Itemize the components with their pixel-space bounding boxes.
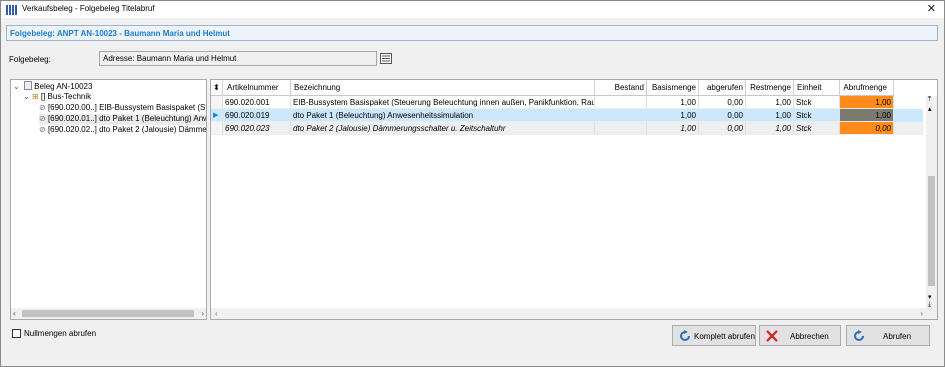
folgebeleg-address-value: Adresse: Baumann Maria und Helmut [103,54,237,63]
document-icon [23,81,32,90]
nullmengen-label: Nullmengen abrufen [24,329,97,338]
cancel-label: Abbrechen [790,332,829,341]
tree-item-article[interactable]: ⊘ [690.020.00..] EIB-Bussystem Basispake… [39,103,207,114]
cell-abgerufen: 0,00 [699,109,746,122]
cell-basismenge: 1,00 [647,96,699,109]
folgebeleg-label: Folgebeleg: [9,55,51,64]
refresh-icon [680,330,690,341]
scroll-right-icon[interactable]: › [920,309,923,318]
scroll-left-icon[interactable]: ‹ [215,309,218,318]
cell-abrufmenge[interactable]: 1,00 [840,96,894,109]
cell-bestand [595,122,647,135]
cell-restmenge: 1,00 [746,109,794,122]
cell-artikelnummer: 690.020.023 [223,122,291,135]
tag-icon: ⊘ [39,114,46,123]
cell-abgerufen: 0,00 [699,122,746,135]
col-basismenge[interactable]: Basismenge [647,80,699,96]
cell-einheit: Stck [794,109,840,122]
title-bar: Verkaufsbeleg - Folgebeleg Titelabruf ✕ [1,1,944,18]
tree-item-article[interactable]: ⊘ [690.020.01..] dto Paket 1 (Beleuchtun… [39,114,207,125]
col-einheit[interactable]: Einheit [794,80,840,96]
scroll-left-icon[interactable]: ‹ [13,309,16,318]
tree-item-bus-technik[interactable]: ⌄ ⊞ [] Bus-Technik [23,92,91,103]
cell-bezeichnung: EIB-Bussystem Basispaket (Steuerung Bele… [291,96,595,109]
sort-icon[interactable]: ⬍ [211,80,223,96]
cancel-button[interactable]: Abbrechen [759,325,841,346]
list-icon[interactable] [380,53,392,64]
cell-einheit: Stck [794,96,840,109]
cell-basismenge: 1,00 [647,109,699,122]
col-artikelnummer[interactable]: Artikelnummer [223,80,291,96]
cell-basismenge: 1,00 [647,122,699,135]
folgebeleg-header: Folgebeleg: ANPT AN-10023 - Baumann Mari… [6,25,938,41]
books-icon [6,5,17,15]
tree-item-beleg[interactable]: ⌄ Beleg AN-10023 [13,81,92,92]
article-grid[interactable]: ⬍ Artikelnummer Bezeichnung Bestand Basi… [210,79,938,320]
cancel-x-icon [766,330,778,342]
close-icon[interactable]: ✕ [927,2,936,15]
scroll-top-icon[interactable]: ⤒ [928,96,931,104]
col-bestand[interactable]: Bestand [595,80,647,96]
table-row[interactable]: 690.020.023 dto Paket 2 (Jalousie) Dämme… [211,122,923,135]
col-restmenge[interactable]: Restmenge [746,80,794,96]
col-abrufmenge[interactable]: Abrufmenge [840,80,894,96]
collapse-icon[interactable]: ⌄ [13,82,20,91]
window-title: Verkaufsbeleg - Folgebeleg Titelabruf [22,4,155,13]
cell-bezeichnung: dto Paket 1 (Beleuchtung) Anwesenheitssi… [291,109,595,122]
cell-artikelnummer: 690.020.001 [223,96,291,109]
cell-restmenge: 1,00 [746,122,794,135]
tag-icon: ⊘ [39,103,46,112]
cell-bestand [595,109,647,122]
row-indicator[interactable] [211,122,223,135]
cell-bezeichnung: dto Paket 2 (Jalousie) Dämmerungsschalte… [291,122,595,135]
table-row[interactable]: 690.020.001 EIB-Bussystem Basispaket (St… [211,96,923,109]
folgebeleg-address-field[interactable]: Adresse: Baumann Maria und Helmut [99,51,377,66]
table-row[interactable]: ▶ 690.020.019 dto Paket 1 (Beleuchtung) … [211,109,923,122]
scroll-right-icon[interactable]: › [201,309,204,318]
cell-restmenge: 1,00 [746,96,794,109]
grid-vertical-scrollbar[interactable]: ⤒ ▴ ▾ ⤓ [926,96,937,309]
cell-artikelnummer: 690.020.019 [223,109,291,122]
tree-item-label: [690.020.01..] dto Paket 1 (Beleuchtung)… [47,114,207,123]
cell-einheit: Stck [794,122,840,135]
tree-item-article[interactable]: ⊘ [690.020.02..] dto Paket 2 (Jalousie) … [39,125,207,136]
cell-abrufmenge[interactable]: 0,00 [840,122,894,135]
abrufen-button[interactable]: Abrufen [846,325,930,346]
dialog-window: Verkaufsbeleg - Folgebeleg Titelabruf ✕ … [0,0,945,367]
tree-horizontal-scrollbar[interactable]: ‹ › [11,308,206,319]
col-abgerufen[interactable]: abgerufen [699,80,746,96]
current-row-arrow-icon[interactable]: ▶ [211,109,223,122]
refresh-icon [854,330,864,341]
tree-item-label: Beleg AN-10023 [34,82,93,91]
cell-abgerufen: 0,00 [699,96,746,109]
row-indicator[interactable] [211,96,223,109]
komplett-abrufen-label: Komplett abrufen [694,332,755,341]
document-tree[interactable]: ⌄ Beleg AN-10023 ⌄ ⊞ [] Bus-Technik ⊘ [6… [10,79,207,320]
cell-abrufmenge[interactable]: 1,00 [840,109,894,122]
abrufen-label: Abrufen [883,332,912,341]
collapse-icon[interactable]: ⌄ [23,92,30,101]
scroll-up-icon[interactable]: ▴ [928,105,932,113]
tag-icon: ⊘ [39,125,46,134]
cell-bestand [595,96,647,109]
scroll-down-icon[interactable]: ▾ [928,293,932,301]
tree-item-label: [] Bus-Technik [40,92,92,101]
scroll-thumb[interactable] [928,176,935,286]
tree-item-label: [690.020.00..] EIB-Bussystem Basispaket … [47,103,207,112]
col-bezeichnung[interactable]: Bezeichnung [291,80,595,96]
scroll-thumb[interactable] [22,310,194,317]
folder-tree-icon: ⊞ [31,92,39,101]
folgebeleg-header-text: Folgebeleg: ANPT AN-10023 - Baumann Mari… [10,29,230,38]
tree-item-label: [690.020.02..] dto Paket 2 (Jalousie) Dä… [47,125,207,134]
grid-horizontal-scrollbar[interactable]: ‹ › [211,308,937,319]
komplett-abrufen-button[interactable]: Komplett abrufen [672,325,756,346]
nullmengen-checkbox[interactable] [12,329,21,338]
